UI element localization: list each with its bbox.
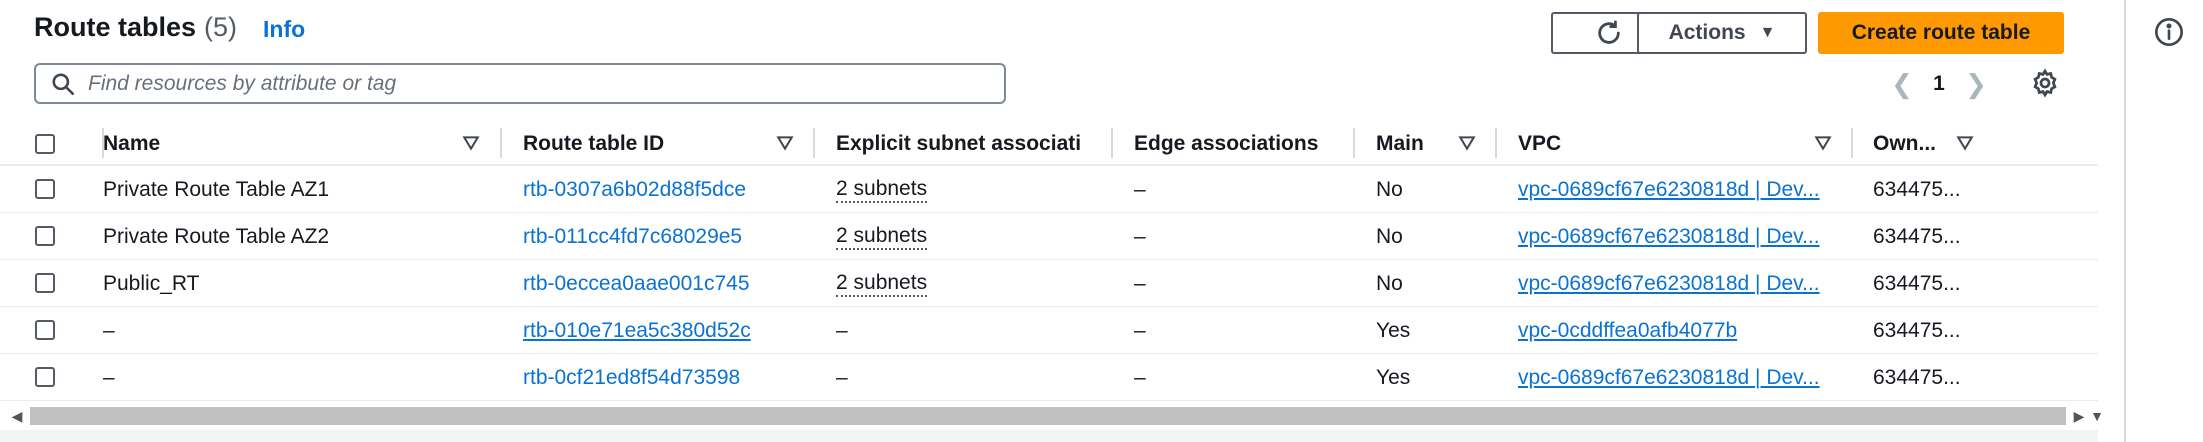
owner-id: 634475... [1873,224,1961,248]
subnet-associations[interactable]: 2 subnets [836,224,928,250]
pagination: ❮ 1 ❯ [1888,68,1990,100]
table-row[interactable]: – rtb-0cf21ed8f54d73598 – – Yes vpc-0689… [0,354,2098,401]
row-checkbox[interactable] [35,320,55,340]
column-header-main[interactable]: Main [1376,122,1456,166]
owner-id: 634475... [1873,365,1961,389]
subnet-associations: – [836,365,848,389]
route-table-name: Private Route Table AZ1 [103,177,330,201]
table-footer-strip [0,430,2098,442]
sort-down-icon[interactable] [462,134,480,152]
row-checkbox[interactable] [35,179,55,199]
route-tables-panel: Route tables (5) Info Actions ▼ Create r… [0,0,2098,442]
row-checkbox[interactable] [35,367,55,387]
search-bar [34,63,1006,104]
sort-down-icon[interactable] [1458,134,1476,152]
actions-label: Actions [1668,21,1746,44]
column-divider[interactable] [1353,128,1355,158]
edge-associations: – [1134,365,1146,389]
scrollbar-thumb[interactable] [30,407,2066,425]
route-table-id-link[interactable]: rtb-0cf21ed8f54d73598 [523,354,740,401]
search-input[interactable] [88,71,968,96]
vpc-link[interactable]: vpc-0cddffea0afb4077b [1518,307,1840,354]
table-header: Name Route table ID Explicit subnet asso… [0,122,2098,166]
route-table-name: Private Route Table AZ2 [103,224,330,248]
main-flag: No [1376,224,1403,248]
route-table-id-link[interactable]: rtb-0eccea0aae001c745 [523,260,750,307]
page-header: Route tables (5) [34,12,237,43]
scroll-down-icon[interactable]: ▼ [2087,405,2107,427]
owner-id: 634475... [1873,271,1961,295]
edge-associations: – [1134,177,1146,201]
owner-id: 634475... [1873,177,1961,201]
column-divider[interactable] [1495,128,1497,158]
previous-page-icon[interactable]: ❮ [1888,68,1916,100]
sort-down-icon[interactable] [1956,134,1974,152]
column-header-vpc[interactable]: VPC [1518,122,1718,166]
route-table-name: Public_RT [103,271,200,295]
column-divider[interactable] [500,128,502,158]
create-route-table-button[interactable]: Create route table [1818,12,2064,54]
subnet-associations[interactable]: 2 subnets [836,271,928,297]
route-table-name: – [103,365,115,389]
table-row[interactable]: Private Route Table AZ1 rtb-0307a6b02d88… [0,166,2098,213]
row-checkbox[interactable] [35,226,55,246]
route-table-id-link[interactable]: rtb-011cc4fd7c68029e5 [523,213,742,260]
sort-down-icon[interactable] [776,134,794,152]
horizontal-scrollbar[interactable]: ◀ ▶ [8,405,2088,427]
edge-associations: – [1134,318,1146,342]
vpc-link[interactable]: vpc-0689cf67e6230818d | Dev... [1518,354,1840,401]
route-table-id-link[interactable]: rtb-0307a6b02d88f5dce [523,166,746,213]
main-flag: Yes [1376,365,1411,389]
column-header-name[interactable]: Name [103,122,443,166]
table-row[interactable]: Private Route Table AZ2 rtb-011cc4fd7c68… [0,213,2098,260]
edge-associations: – [1134,224,1146,248]
create-route-table-label: Create route table [1851,21,2031,44]
search-icon [52,72,75,95]
refresh-icon [1597,20,1620,44]
route-table-id-link[interactable]: rtb-010e71ea5c380d52c [523,307,751,354]
route-tables-table: Name Route table ID Explicit subnet asso… [0,122,2098,401]
next-page-icon[interactable]: ❯ [1962,68,1990,100]
scroll-left-icon[interactable]: ◀ [8,405,26,427]
scroll-right-icon[interactable]: ▶ [2070,405,2088,427]
actions-dropdown-button[interactable]: Actions ▼ [1637,12,1807,54]
owner-id: 634475... [1873,318,1961,342]
column-divider[interactable] [1111,128,1113,158]
column-header-explicit-subnet[interactable]: Explicit subnet associati... [836,122,1082,166]
table-row[interactable]: Public_RT rtb-0eccea0aae001c745 2 subnet… [0,260,2098,307]
settings-gear-icon[interactable] [2030,68,2060,98]
main-flag: No [1376,271,1403,295]
info-panel-icon[interactable] [2153,16,2185,48]
route-table-name: – [103,318,115,342]
select-all-checkbox[interactable] [35,134,55,154]
column-divider[interactable] [813,128,815,158]
vpc-link[interactable]: vpc-0689cf67e6230818d | Dev... [1518,166,1840,213]
current-page-number[interactable]: 1 [1916,72,1962,96]
subnet-associations: – [836,318,848,342]
table-row[interactable]: – rtb-010e71ea5c380d52c – – Yes vpc-0cdd… [0,307,2098,354]
column-header-route-table-id[interactable]: Route table ID [523,122,763,166]
main-flag: Yes [1376,318,1411,342]
subnet-associations[interactable]: 2 subnets [836,177,928,203]
column-divider[interactable] [1851,128,1853,158]
page-title: Route tables [34,12,197,42]
column-header-owner[interactable]: Own... [1873,122,1963,166]
column-header-edge-associations[interactable]: Edge associations [1134,122,1364,166]
info-link[interactable]: Info [263,16,305,43]
vpc-link[interactable]: vpc-0689cf67e6230818d | Dev... [1518,260,1840,307]
edge-associations: – [1134,271,1146,295]
main-flag: No [1376,177,1403,201]
caret-down-icon: ▼ [1759,24,1776,41]
sort-down-icon[interactable] [1814,134,1832,152]
vertical-scrollbar[interactable] [2124,0,2126,442]
row-checkbox[interactable] [35,273,55,293]
resource-count: (5) [204,12,238,42]
vpc-link[interactable]: vpc-0689cf67e6230818d | Dev... [1518,213,1840,260]
